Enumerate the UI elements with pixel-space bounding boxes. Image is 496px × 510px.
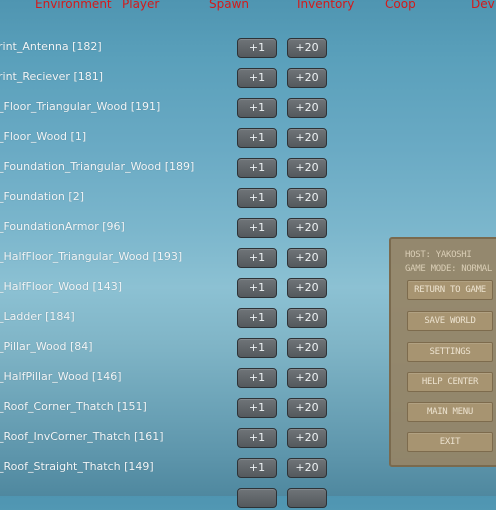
list-item — [0, 488, 340, 510]
save-world-button[interactable]: SAVE WORLD — [407, 311, 493, 331]
list-item: _Roof_InvCorner_Thatch [161] +1 +20 — [0, 428, 340, 450]
add-1-button[interactable]: +1 — [237, 308, 277, 328]
item-name: _Roof_Corner_Thatch [151] — [0, 400, 147, 413]
item-name: rint_Antenna [182] — [0, 40, 102, 53]
list-item: _Roof_Corner_Thatch [151] +1 +20 — [0, 398, 340, 420]
list-item: rint_Antenna [182] +1 +20 — [0, 38, 340, 60]
add-20-button[interactable]: +20 — [287, 368, 327, 388]
item-name: _Floor_Triangular_Wood [191] — [0, 100, 161, 113]
item-name: _HalfPillar_Wood [146] — [0, 370, 122, 383]
pause-menu-panel: HOST: YAKOSHI GAME MODE: NORMAL RETURN T… — [389, 237, 496, 467]
add-20-button[interactable] — [287, 488, 327, 508]
add-20-button[interactable]: +20 — [287, 248, 327, 268]
item-name: rint_Reciever [181] — [0, 70, 104, 83]
item-name: _Pillar_Wood [84] — [0, 340, 93, 353]
exit-button[interactable]: EXIT — [407, 432, 493, 452]
tab-spawn[interactable]: Spawn — [209, 0, 249, 11]
list-item: _HalfFloor_Wood [143] +1 +20 — [0, 278, 340, 300]
tab-environment[interactable]: Environment — [35, 0, 112, 11]
add-20-button[interactable]: +20 — [287, 128, 327, 148]
add-1-button[interactable]: +1 — [237, 68, 277, 88]
host-label: HOST: YAKOSHI — [405, 250, 472, 260]
add-1-button[interactable]: +1 — [237, 158, 277, 178]
add-1-button[interactable]: +1 — [237, 278, 277, 298]
item-name: _Roof_InvCorner_Thatch [161] — [0, 430, 164, 443]
add-20-button[interactable]: +20 — [287, 308, 327, 328]
item-name: _FoundationArmor [96] — [0, 220, 125, 233]
item-name: _Foundation [2] — [0, 190, 84, 203]
settings-button[interactable]: SETTINGS — [407, 342, 493, 362]
return-to-game-button[interactable]: RETURN TO GAME — [407, 280, 493, 300]
add-1-button[interactable]: +1 — [237, 458, 277, 478]
list-item: _FoundationArmor [96] +1 +20 — [0, 218, 340, 240]
top-tab-bar: Environment Player Spawn Inventory Coop … — [0, 0, 496, 14]
list-item: _HalfFloor_Triangular_Wood [193] +1 +20 — [0, 248, 340, 270]
list-item: _Foundation [2] +1 +20 — [0, 188, 340, 210]
tab-inventory[interactable]: Inventory — [297, 0, 354, 11]
main-menu-button[interactable]: MAIN MENU — [407, 402, 493, 422]
list-item: _HalfPillar_Wood [146] +1 +20 — [0, 368, 340, 390]
add-20-button[interactable]: +20 — [287, 68, 327, 88]
add-20-button[interactable]: +20 — [287, 278, 327, 298]
item-name: _HalfFloor_Wood [143] — [0, 280, 123, 293]
add-1-button[interactable]: +1 — [237, 218, 277, 238]
add-20-button[interactable]: +20 — [287, 338, 327, 358]
item-name: _Ladder [184] — [0, 310, 75, 323]
add-1-button[interactable]: +1 — [237, 248, 277, 268]
list-item: rint_Reciever [181] +1 +20 — [0, 68, 340, 90]
add-20-button[interactable]: +20 — [287, 458, 327, 478]
add-1-button[interactable]: +1 — [237, 38, 277, 58]
list-item: _Roof_Straight_Thatch [149] +1 +20 — [0, 458, 340, 480]
add-20-button[interactable]: +20 — [287, 158, 327, 178]
add-20-button[interactable]: +20 — [287, 188, 327, 208]
list-item: _Ladder [184] +1 +20 — [0, 308, 340, 330]
add-1-button[interactable]: +1 — [237, 338, 277, 358]
help-center-button[interactable]: HELP CENTER — [407, 372, 493, 392]
list-item: _Floor_Triangular_Wood [191] +1 +20 — [0, 98, 340, 120]
item-name: _HalfFloor_Triangular_Wood [193] — [0, 250, 183, 263]
add-20-button[interactable]: +20 — [287, 98, 327, 118]
add-1-button[interactable]: +1 — [237, 128, 277, 148]
item-name: _Roof_Straight_Thatch [149] — [0, 460, 154, 473]
item-name: _Foundation_Triangular_Wood [189] — [0, 160, 195, 173]
game-mode-label: GAME MODE: NORMAL — [405, 264, 493, 274]
add-20-button[interactable]: +20 — [287, 398, 327, 418]
tab-coop[interactable]: Coop — [385, 0, 416, 11]
add-1-button[interactable] — [237, 488, 277, 508]
add-1-button[interactable]: +1 — [237, 188, 277, 208]
add-20-button[interactable]: +20 — [287, 428, 327, 448]
tab-dev[interactable]: Dev — [471, 0, 495, 11]
add-1-button[interactable]: +1 — [237, 428, 277, 448]
item-name: _Floor_Wood [1] — [0, 130, 87, 143]
list-item: _Foundation_Triangular_Wood [189] +1 +20 — [0, 158, 340, 180]
add-1-button[interactable]: +1 — [237, 98, 277, 118]
list-item: _Floor_Wood [1] +1 +20 — [0, 128, 340, 150]
add-20-button[interactable]: +20 — [287, 218, 327, 238]
tab-player[interactable]: Player — [122, 0, 159, 11]
add-1-button[interactable]: +1 — [237, 398, 277, 418]
add-1-button[interactable]: +1 — [237, 368, 277, 388]
list-item: _Pillar_Wood [84] +1 +20 — [0, 338, 340, 360]
add-20-button[interactable]: +20 — [287, 38, 327, 58]
